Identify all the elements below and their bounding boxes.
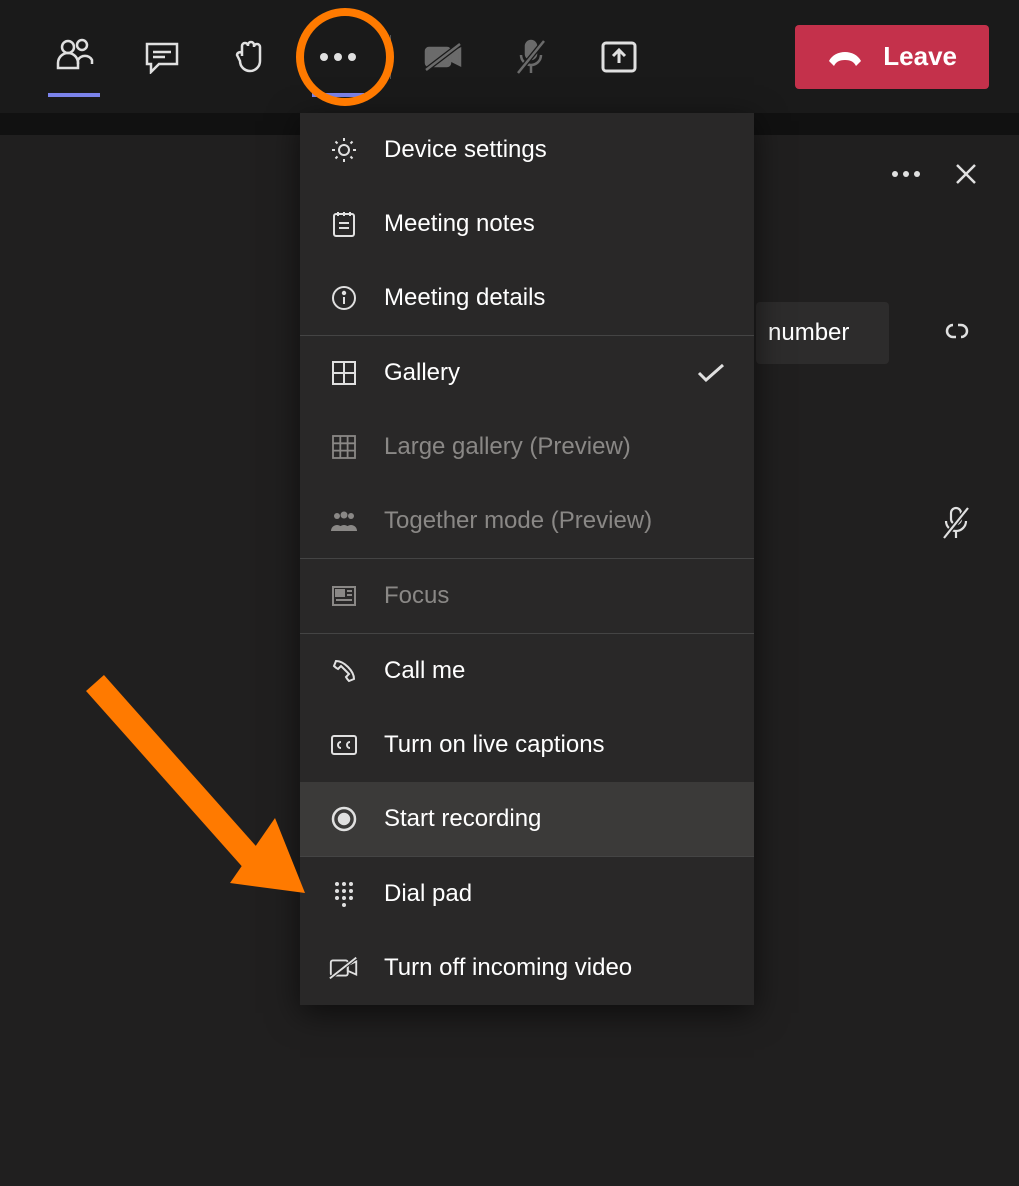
menu-label: Turn off incoming video [384, 954, 632, 982]
phone-icon [328, 655, 360, 687]
menu-label: Turn on live captions [384, 731, 605, 759]
dialpad-icon [328, 878, 360, 910]
hangup-icon [827, 47, 863, 67]
meeting-toolbar: Leave [0, 0, 1019, 113]
leave-label: Leave [883, 41, 957, 72]
menu-turn-off-incoming-video[interactable]: Turn off incoming video [300, 931, 754, 1005]
menu-label: Call me [384, 657, 465, 685]
menu-label: Meeting details [384, 284, 545, 312]
record-icon [328, 803, 360, 835]
menu-device-settings[interactable]: Device settings [300, 113, 754, 187]
menu-label: Device settings [384, 136, 547, 164]
menu-label: Together mode (Preview) [384, 507, 652, 535]
menu-gallery[interactable]: Gallery [300, 336, 754, 410]
menu-focus: Focus [300, 559, 754, 633]
menu-label: Gallery [384, 359, 460, 387]
menu-meeting-details[interactable]: Meeting details [300, 261, 754, 335]
check-icon [696, 362, 726, 384]
menu-dial-pad[interactable]: Dial pad [300, 857, 754, 931]
more-actions-button[interactable] [294, 0, 382, 113]
link-icon[interactable] [941, 319, 973, 343]
video-off-icon [328, 952, 360, 984]
large-gallery-icon [328, 431, 360, 463]
number-pill[interactable]: number [756, 302, 889, 364]
menu-start-recording[interactable]: Start recording [300, 782, 754, 856]
menu-label: Large gallery (Preview) [384, 433, 631, 461]
notes-icon [328, 208, 360, 240]
menu-together-mode: Together mode (Preview) [300, 484, 754, 558]
chat-button[interactable] [118, 0, 206, 113]
gallery-icon [328, 357, 360, 389]
raise-hand-button[interactable] [206, 0, 294, 113]
camera-off-button[interactable] [399, 0, 487, 113]
info-icon [328, 282, 360, 314]
focus-icon [328, 580, 360, 612]
menu-call-me[interactable]: Call me [300, 634, 754, 708]
menu-label: Start recording [384, 805, 541, 833]
share-button[interactable] [575, 0, 663, 113]
captions-icon [328, 729, 360, 761]
together-mode-icon [328, 505, 360, 537]
menu-live-captions[interactable]: Turn on live captions [300, 708, 754, 782]
participant-mic-muted-icon [941, 505, 971, 541]
gear-icon [328, 134, 360, 166]
panel-more-button[interactable] [891, 170, 921, 178]
menu-label: Meeting notes [384, 210, 535, 238]
menu-large-gallery: Large gallery (Preview) [300, 410, 754, 484]
menu-meeting-notes[interactable]: Meeting notes [300, 187, 754, 261]
more-actions-menu: Device settings Meeting notes Meeting de… [300, 113, 754, 1005]
menu-label: Focus [384, 582, 449, 610]
menu-label: Dial pad [384, 880, 472, 908]
people-button[interactable] [30, 0, 118, 113]
mic-off-button[interactable] [487, 0, 575, 113]
leave-button[interactable]: Leave [795, 25, 989, 89]
panel-close-button[interactable] [955, 163, 977, 185]
toolbar-divider [390, 35, 391, 79]
number-pill-label: number [768, 319, 849, 347]
